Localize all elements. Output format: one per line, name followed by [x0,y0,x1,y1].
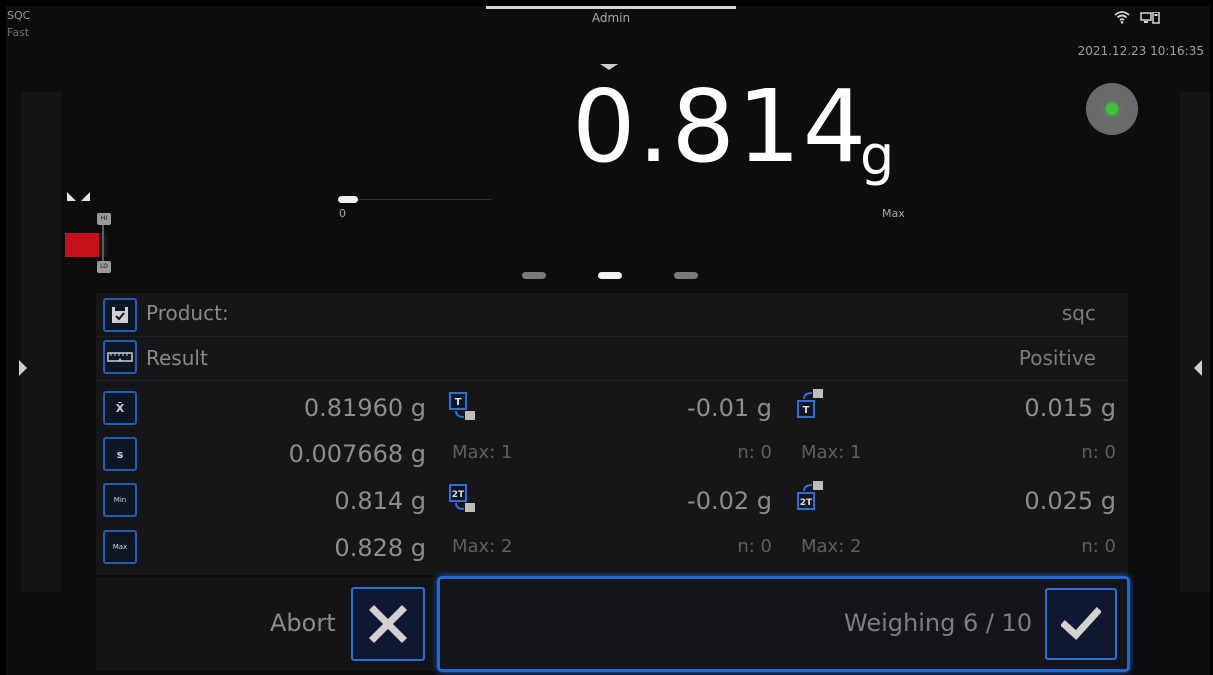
capacity-max-label: Max [882,207,905,220]
std-dev-value: 0.007668 g [288,440,426,468]
2t-upper-value: 0.025 g [1024,487,1116,515]
mean-icon: X̄ [103,391,137,425]
row-divider [96,380,1128,381]
result-label: Result [146,346,208,370]
device-connection-icon [1140,12,1160,24]
svg-text:T: T [455,397,462,408]
right-side-panel[interactable] [1180,92,1210,592]
datetime: 2021.12.23 10:16:35 [1077,44,1204,58]
svg-text:2T: 2T [800,498,813,508]
lo-threshold-icon: LO [97,261,111,273]
user-name: Admin [591,11,631,25]
max-value: 0.828 g [334,534,426,562]
expand-right-arrow-icon[interactable] [1194,360,1202,376]
capacity-zero-label: 0 [339,207,346,220]
stability-indicator-icon [1086,83,1138,135]
abort-label: Abort [270,609,336,637]
2t-lower-max: Max: 2 [452,536,513,557]
mean-value: 0.81960 g [303,394,426,422]
t-lower-threshold-icon: T [449,392,475,420]
speed-label: Fast [7,26,30,39]
t-lower-count: n: 0 [737,442,772,463]
2t-lower-value: -0.02 g [687,487,772,515]
mode-indicator: SQC Fast [7,7,30,41]
product-value: sqc [1061,301,1096,325]
user-tab[interactable]: Admin [486,6,736,32]
scale-screen: SQC Fast Admin 2021.12.23 10:16:35 0.814… [6,6,1210,675]
t-lower-max: Max: 1 [452,442,513,463]
close-icon [369,605,407,643]
t-upper-value: 0.015 g [1024,394,1116,422]
2t-upper-max: Max: 2 [801,536,862,557]
confirm-button[interactable] [1045,588,1117,660]
abort-button[interactable] [351,587,425,661]
page-indicator-2[interactable] [598,272,622,279]
t-lower-value: -0.01 g [687,394,772,422]
capacity-bar-thumb [338,196,358,203]
result-value: Positive [1018,346,1096,370]
product-icon [103,298,137,332]
product-label: Product: [146,301,229,325]
t-upper-max: Max: 1 [801,442,862,463]
weight-reading: 0.814 [572,68,869,185]
svg-text:2T: 2T [452,490,465,500]
std-dev-icon: s [103,437,137,471]
min-icon: Min [103,483,137,517]
left-side-panel[interactable] [22,92,62,592]
capacity-bar-track [358,199,492,200]
t-upper-threshold-icon: T [797,389,823,418]
threshold-bar-fill [65,233,99,257]
min-value: 0.814 g [334,487,426,515]
stable-marker-icon [67,192,90,201]
result-icon [103,340,137,374]
weight-unit[interactable]: g [860,126,894,186]
2t-lower-count: n: 0 [737,536,772,557]
mode-label: SQC [7,9,31,22]
checkmark-icon [1061,607,1101,640]
2t-upper-count: n: 0 [1081,536,1116,557]
weighing-progress: Weighing 6 / 10 [844,609,1033,637]
2t-lower-threshold-icon: 2T [449,484,475,512]
2t-upper-threshold-icon: 2T [797,481,823,510]
expand-left-arrow-icon[interactable] [19,360,27,376]
threshold-bar-axis [102,218,104,266]
wifi-icon [1114,11,1130,24]
hi-threshold-icon: HI [97,213,111,225]
page-indicator-3[interactable] [674,272,698,279]
max-icon: Max [103,530,137,564]
svg-text:T: T [803,405,810,416]
page-indicator-1[interactable] [522,272,546,279]
row-divider [96,336,1128,337]
t-upper-count: n: 0 [1081,442,1116,463]
